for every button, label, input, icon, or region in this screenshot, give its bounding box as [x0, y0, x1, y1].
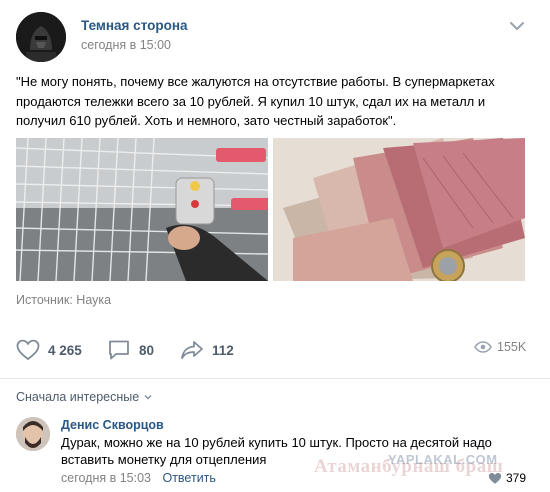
views-count: 155K: [497, 340, 527, 354]
comment-author[interactable]: Денис Скворцов: [61, 418, 164, 432]
comment-like-count: 379: [506, 471, 527, 485]
post-author[interactable]: Темная сторона: [81, 18, 188, 33]
share-icon: [181, 341, 203, 359]
chevron-down-icon: [144, 395, 152, 400]
watermark-overlay: Атаманбурнаш браш: [314, 456, 504, 477]
post-photo-banknotes[interactable]: [273, 138, 525, 281]
reply-button[interactable]: Ответить: [162, 471, 215, 485]
post-avatar[interactable]: [16, 12, 66, 62]
post-date[interactable]: сегодня в 15:00: [81, 38, 171, 52]
comment-avatar[interactable]: [16, 417, 50, 451]
comment-meta: сегодня в 15:03 Ответить: [61, 471, 216, 485]
eye-icon: [474, 341, 492, 353]
post-source[interactable]: Источник: Наука: [16, 293, 111, 307]
post-menu-chevron-icon[interactable]: [507, 18, 527, 34]
comment-date[interactable]: сегодня в 15:03: [61, 471, 151, 485]
sort-label: Сначала интересные: [16, 390, 140, 404]
views-counter: 155K: [474, 340, 526, 354]
comments-sort-dropdown[interactable]: Сначала интересные: [16, 390, 153, 404]
like-count: 4 265: [48, 342, 82, 358]
comment-icon: [109, 340, 129, 360]
post-text: "Не могу понять, почему все жалуются на …: [16, 74, 495, 128]
heart-icon: [16, 339, 40, 361]
post-photo-shopping-carts[interactable]: [16, 138, 268, 281]
share-button[interactable]: 112: [180, 338, 234, 362]
share-count: 112: [212, 342, 234, 358]
comment-count: 80: [139, 342, 155, 358]
comment-button[interactable]: 80: [107, 338, 154, 362]
divider: [0, 378, 550, 379]
like-button[interactable]: 4 265: [16, 338, 82, 362]
